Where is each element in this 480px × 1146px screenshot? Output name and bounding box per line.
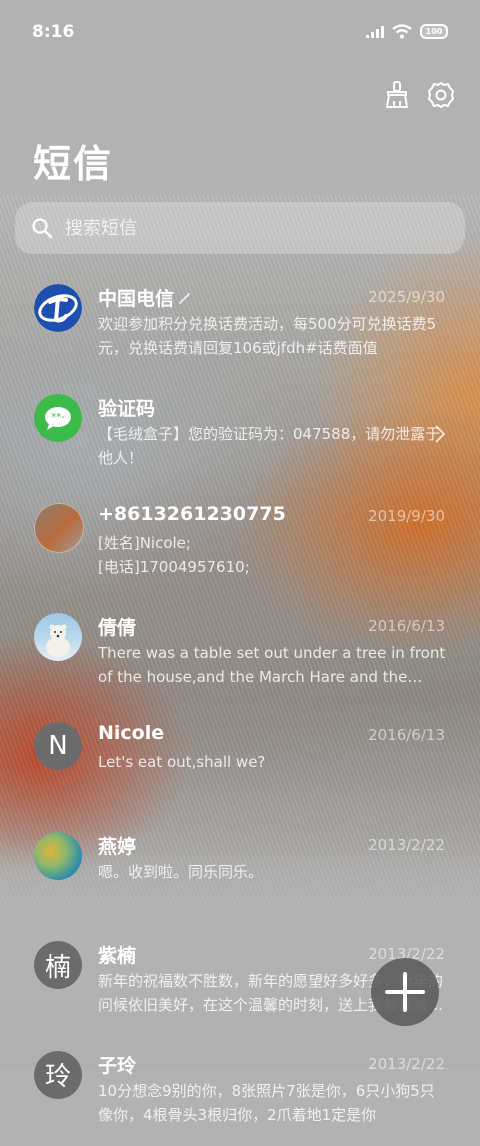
- message-date: 2019/9/30: [368, 507, 445, 525]
- chevron-right-icon[interactable]: [434, 424, 446, 444]
- settings-gear-icon[interactable]: [426, 80, 456, 110]
- conversation-item[interactable]: N Nicole 2016/6/13 Let's eat out,shall w…: [0, 708, 480, 818]
- wifi-icon: [392, 24, 412, 39]
- avatar: [34, 832, 82, 880]
- conversation-item[interactable]: 倩倩 2016/6/13 There was a table set out u…: [0, 599, 480, 709]
- message-date: 2016/6/13: [368, 617, 445, 635]
- message-preview: Let's eat out,shall we?: [98, 750, 448, 774]
- status-icons: 100: [366, 24, 448, 39]
- conversation-item[interactable]: **- 验证码 【毛绒盒子】您的验证码为：047588，请勿泄露于他人！: [0, 380, 480, 490]
- top-actions: [382, 80, 456, 110]
- search-icon: [31, 217, 53, 239]
- status-bar: 8:16 100: [0, 0, 480, 64]
- avatar-initial: 玲: [45, 1056, 71, 1093]
- message-preview: 【毛绒盒子】您的验证码为：047588，请勿泄露于他人！: [98, 422, 448, 470]
- search-bar[interactable]: [15, 202, 465, 254]
- page-title: 短信: [33, 133, 113, 188]
- chat-bubble-icon: **-: [34, 394, 82, 442]
- message-date: 2013/2/22: [368, 836, 445, 854]
- new-message-button[interactable]: [371, 958, 439, 1026]
- message-date: 2013/2/22: [368, 1055, 445, 1073]
- avatar: N: [34, 722, 82, 770]
- avatar: [34, 503, 84, 553]
- avatar-initial: 楠: [45, 947, 71, 984]
- avatar: 楠: [34, 941, 82, 989]
- contact-name: 验证码: [98, 394, 155, 421]
- avatar: **-: [34, 394, 82, 442]
- draft-pencil-icon: [178, 291, 192, 305]
- search-input[interactable]: [63, 217, 427, 240]
- status-time: 8:16: [32, 22, 74, 42]
- contact-name: 燕婷: [98, 832, 136, 859]
- message-date: 2016/6/13: [368, 726, 445, 744]
- clean-brush-icon[interactable]: [382, 80, 412, 110]
- contact-name-text: 中国电信: [98, 284, 174, 311]
- svg-text:**-: **-: [51, 412, 65, 423]
- contact-name: 紫楠: [98, 941, 136, 968]
- battery-icon: 100: [420, 24, 448, 39]
- conversation-item[interactable]: +8613261230775 2019/9/30 [姓名]Nicole; [电话…: [0, 489, 480, 599]
- avatar: [34, 284, 82, 332]
- avatar-initial: N: [48, 731, 67, 761]
- message-preview: [姓名]Nicole; [电话]17004957610;: [98, 531, 448, 579]
- conversation-item[interactable]: 玲 子玲 2013/2/22 10分想念9别的你，8张照片7张是你，6只小狗5只…: [0, 1037, 480, 1146]
- conversation-item[interactable]: 中国电信 2025/9/30 欢迎参加积分兑换话费活动，每500分可兑换话费5元…: [0, 270, 480, 380]
- message-date: 2025/9/30: [368, 288, 445, 306]
- conversation-item[interactable]: 燕婷 2013/2/22 嗯。收到啦。同乐同乐。: [0, 818, 480, 928]
- contact-name: 倩倩: [98, 613, 136, 640]
- message-preview-line: [姓名]Nicole;: [98, 531, 448, 555]
- china-telecom-logo-icon: [34, 284, 82, 332]
- avatar: 玲: [34, 1051, 82, 1099]
- plus-icon: [383, 970, 427, 1014]
- contact-name: 中国电信: [98, 284, 192, 311]
- contact-name: Nicole: [98, 722, 164, 744]
- message-preview: There was a table set out under a tree i…: [98, 641, 448, 689]
- contact-name: +8613261230775: [98, 503, 286, 525]
- message-preview: 嗯。收到啦。同乐同乐。: [98, 860, 448, 884]
- message-preview-line: [电话]17004957610;: [98, 555, 448, 579]
- message-preview: 10分想念9别的你，8张照片7张是你，6只小狗5只像你，4根骨头3根归你，2爪着…: [98, 1079, 448, 1127]
- avatar: [34, 613, 82, 661]
- signal-icon: [366, 26, 384, 38]
- contact-name: 子玲: [98, 1051, 136, 1078]
- polar-bear-avatar-icon: [34, 613, 82, 661]
- message-preview: 欢迎参加积分兑换话费活动，每500分可兑换话费5元，兑换话费请回复106或jfd…: [98, 312, 448, 360]
